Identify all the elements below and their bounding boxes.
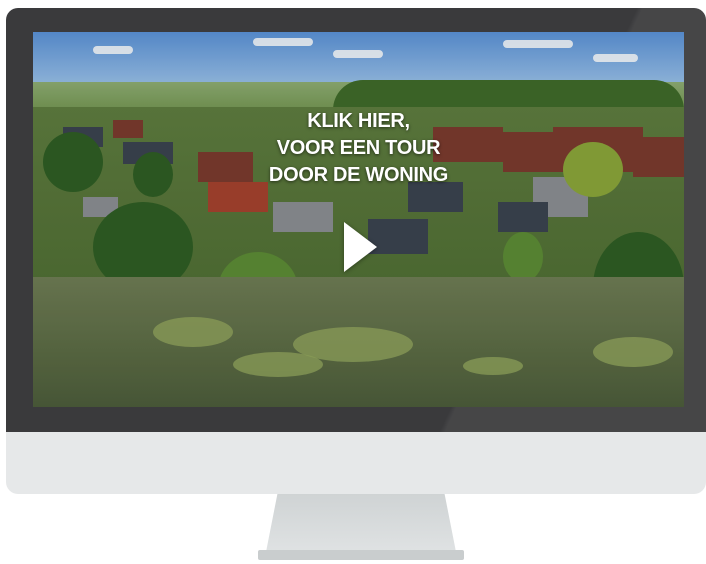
monitor-stand-base [258, 550, 464, 560]
cta-line-3: DOOR DE WONING [268, 164, 449, 186]
video-thumbnail[interactable]: KLIK HIER, VOOR EEN TOUR DOOR DE WONING [33, 32, 684, 407]
play-icon[interactable] [344, 222, 377, 272]
monitor-chin [6, 432, 706, 494]
cta-line-1: KLIK HIER, [307, 110, 410, 132]
video-call-to-action[interactable]: KLIK HIER, VOOR EEN TOUR DOOR DE WONING [33, 108, 684, 189]
cta-line-2: VOOR EEN TOUR [276, 137, 441, 159]
monitor-stand [266, 494, 456, 552]
